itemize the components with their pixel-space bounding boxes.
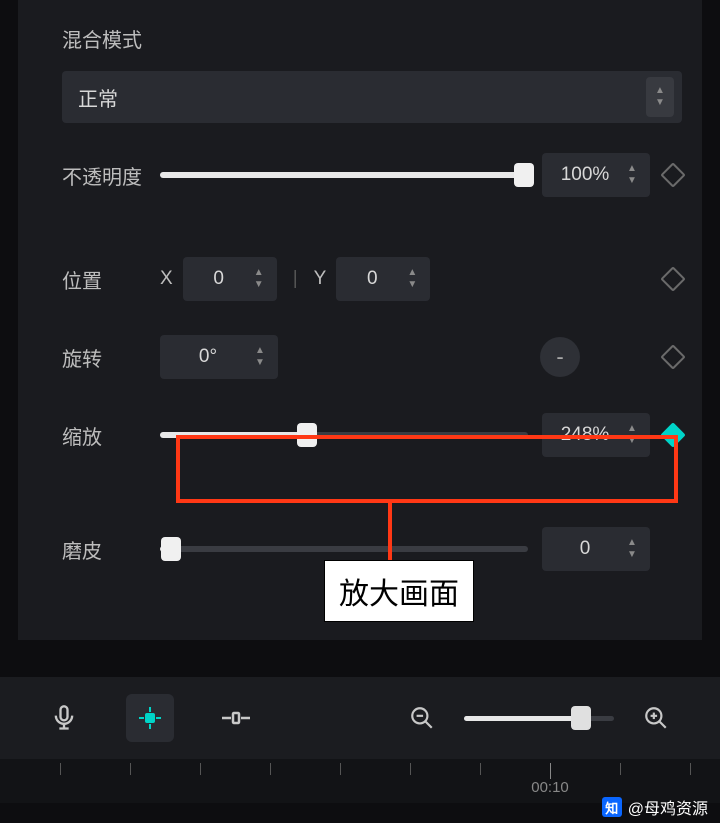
zhihu-logo-icon: 知 [602, 797, 622, 817]
opacity-label: 不透明度 [62, 161, 146, 190]
opacity-row: 不透明度 100% ▲▼ [62, 151, 682, 199]
zoom-slider[interactable] [464, 716, 614, 721]
watermark: 知 @母鸡资源 [602, 795, 708, 819]
properties-panel: 混合模式 正常 ▲ ▼ 不透明度 100% ▲▼ 位置 X [18, 0, 702, 640]
scale-keyframe-icon[interactable] [660, 422, 685, 447]
blend-mode-value: 正常 [78, 83, 118, 112]
callout-connector [388, 503, 392, 561]
opacity-slider[interactable] [160, 172, 528, 178]
rotation-label: 旋转 [62, 343, 146, 372]
stepper-icon[interactable]: ▲▼ [620, 159, 644, 191]
scale-label: 缩放 [62, 421, 146, 450]
rotation-row: 旋转 0° ▲▼ - [62, 333, 682, 381]
position-y-input[interactable]: 0 ▲▼ [336, 257, 430, 301]
stepper-icon[interactable]: ▲▼ [248, 341, 272, 373]
zoom-out-icon[interactable] [398, 694, 446, 742]
rotation-reset-button[interactable]: - [540, 337, 580, 377]
zoom-in-icon[interactable] [632, 694, 680, 742]
microphone-icon[interactable] [40, 694, 88, 742]
timeline-tick-label: 00:10 [531, 779, 569, 796]
rotation-keyframe-icon[interactable] [660, 344, 685, 369]
split-icon[interactable] [212, 694, 260, 742]
dropdown-arrows-icon[interactable]: ▲ ▼ [646, 77, 674, 117]
position-x-input[interactable]: 0 ▲▼ [183, 257, 277, 301]
smooth-input[interactable]: 0 ▲▼ [542, 527, 650, 571]
callout-text: 放大画面 [324, 560, 474, 622]
xy-separator: | [293, 268, 298, 290]
stepper-icon[interactable]: ▲▼ [620, 419, 644, 451]
blend-mode-dropdown[interactable]: 正常 ▲ ▼ [62, 71, 682, 123]
position-label: 位置 [62, 265, 146, 294]
smooth-label: 磨皮 [62, 535, 146, 564]
stepper-icon[interactable]: ▲▼ [620, 533, 644, 565]
position-row: 位置 X 0 ▲▼ | Y 0 ▲▼ [62, 255, 682, 303]
smooth-slider[interactable] [160, 546, 528, 552]
position-keyframe-icon[interactable] [660, 266, 685, 291]
scale-row: 缩放 248% ▲▼ [62, 411, 682, 459]
rotation-input[interactable]: 0° ▲▼ [160, 335, 278, 379]
opacity-input[interactable]: 100% ▲▼ [542, 153, 650, 197]
stepper-icon[interactable]: ▲▼ [400, 263, 424, 295]
opacity-keyframe-icon[interactable] [660, 162, 685, 187]
y-label: Y [314, 268, 327, 290]
blend-mode-label: 混合模式 [62, 24, 682, 53]
watermark-text: @母鸡资源 [628, 795, 708, 819]
scale-slider[interactable] [160, 432, 528, 438]
scale-input[interactable]: 248% ▲▼ [542, 413, 650, 457]
x-label: X [160, 268, 173, 290]
bottom-toolbar [0, 677, 720, 759]
stepper-icon[interactable]: ▲▼ [247, 263, 271, 295]
auto-cut-icon[interactable] [126, 694, 174, 742]
